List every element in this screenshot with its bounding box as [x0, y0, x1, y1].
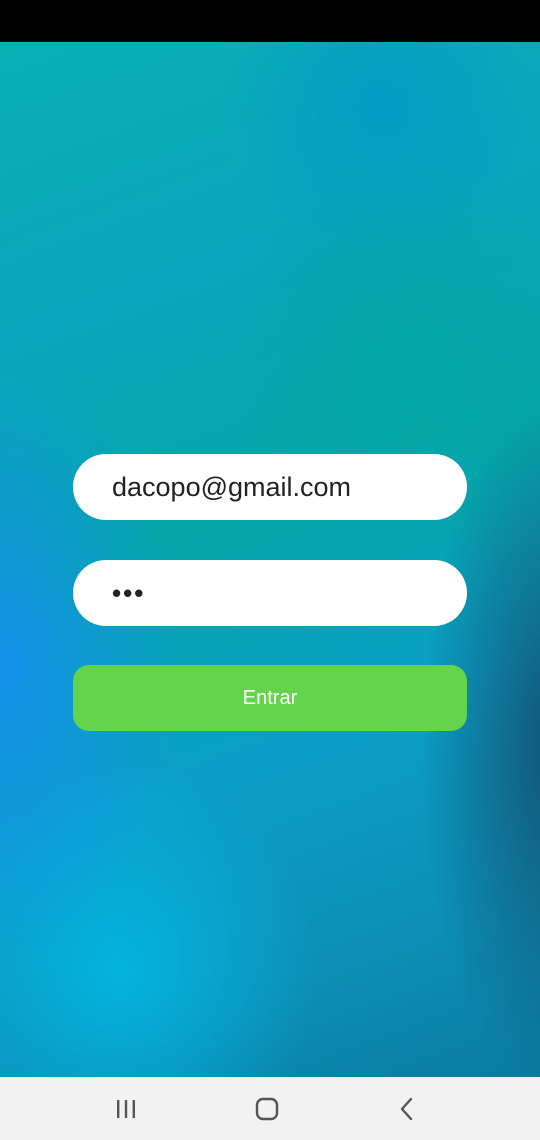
login-button-label: Entrar [242, 686, 298, 709]
login-button[interactable]: Entrar [73, 665, 467, 731]
home-icon [255, 1097, 279, 1120]
recent-apps-button[interactable] [86, 1077, 166, 1140]
password-value: ••• [112, 577, 146, 608]
email-value: dacopo@gmail.com [112, 471, 352, 502]
home-button[interactable] [227, 1077, 307, 1140]
email-field[interactable]: dacopo@gmail.com [73, 454, 467, 520]
password-field[interactable]: ••• [73, 560, 467, 626]
back-icon [400, 1097, 413, 1120]
system-navigation-bar [0, 1077, 540, 1140]
back-button[interactable] [367, 1077, 447, 1140]
status-bar [0, 0, 540, 42]
recent-apps-icon [117, 1099, 135, 1118]
